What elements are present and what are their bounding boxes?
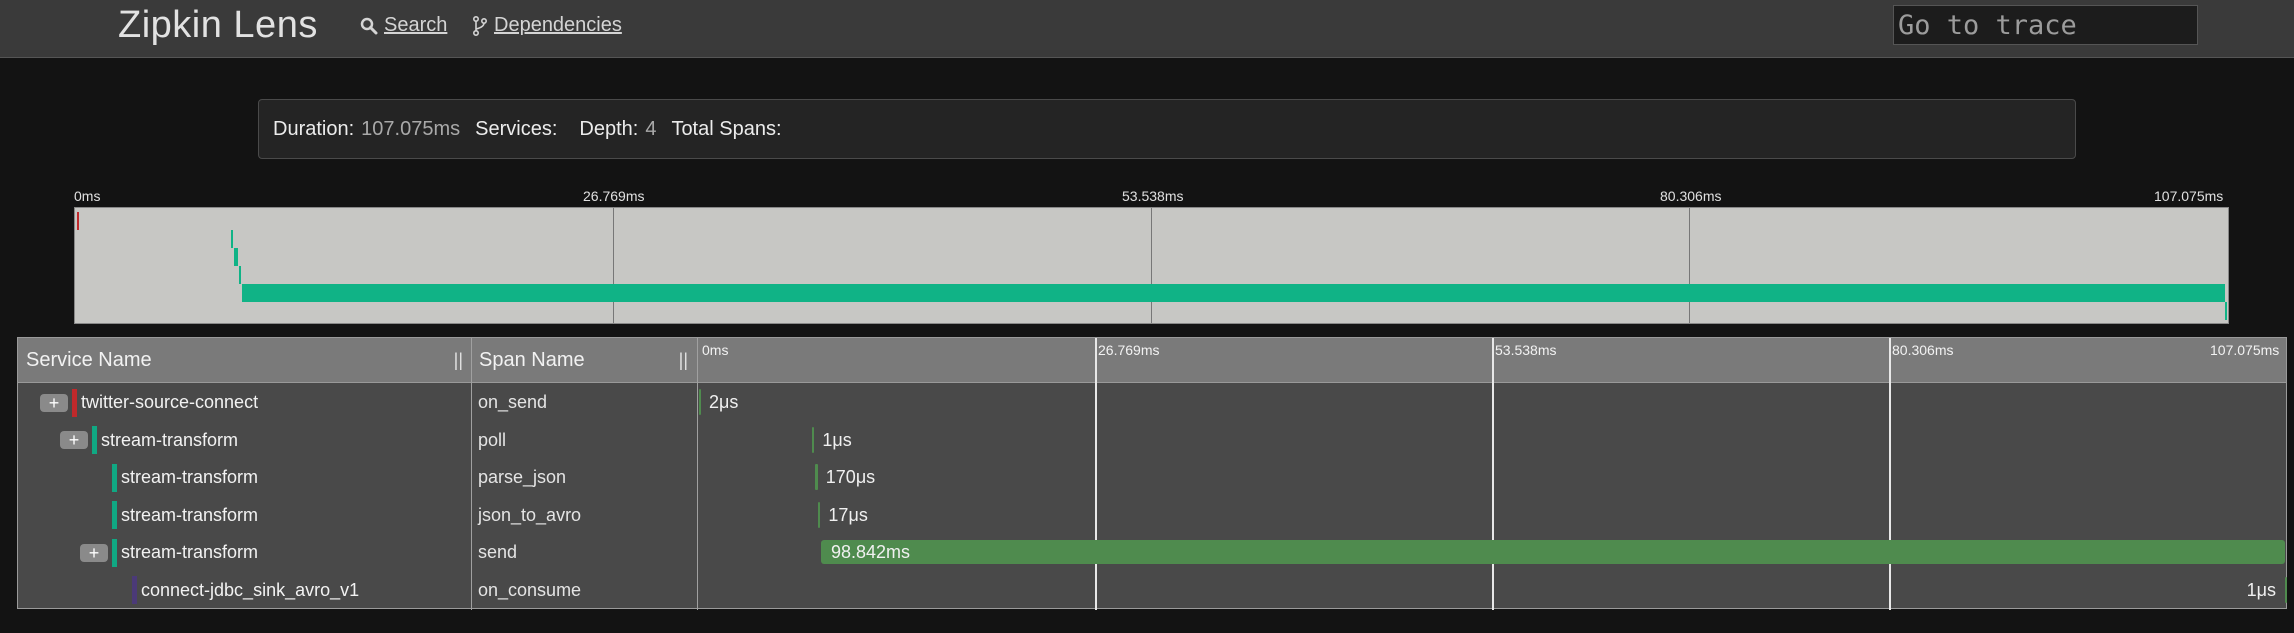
- span-duration-bar[interactable]: [699, 389, 701, 415]
- span-duration-bar[interactable]: [2284, 576, 2287, 603]
- code-branch-icon: [473, 15, 488, 36]
- nav-search-link[interactable]: Search: [360, 14, 447, 37]
- span-row[interactable]: stream-transform parse_json 170μs: [18, 459, 2286, 496]
- span-duration-bar[interactable]: [815, 464, 818, 490]
- minimap-span-bar: [77, 212, 79, 230]
- services-label: Services:: [475, 117, 558, 140]
- expand-span-button[interactable]: +: [60, 431, 88, 449]
- timeline-tick-1: 26.769ms: [1098, 342, 1160, 358]
- table-header: Service Name || Span Name || 0ms 26.769m…: [18, 338, 2286, 383]
- minimap-span-bar: [2224, 302, 2227, 320]
- span-service-cell: + twitter-source-connect: [40, 384, 258, 421]
- span-name: json_to_avro: [478, 504, 582, 525]
- nav-search-label: Search: [384, 14, 448, 36]
- timeline-tick-2: 53.538ms: [1495, 342, 1557, 358]
- timeline-tick-4: 107.075ms: [2210, 342, 2280, 358]
- span-row[interactable]: connect-jdbc_sink_avro_v1 on_consume 1μs: [18, 572, 2287, 609]
- trace-minimap[interactable]: [74, 207, 2229, 324]
- span-duration-label: 1μs: [822, 429, 852, 450]
- span-name: on_send: [478, 392, 548, 412]
- timeline-tick-0: 0ms: [702, 342, 729, 358]
- span-service-cell: + stream-transform: [60, 422, 238, 459]
- depth-label: Depth:: [579, 117, 639, 140]
- nav-dependencies-link[interactable]: Dependencies: [472, 14, 622, 37]
- minimap-tick-2: 53.538ms: [1122, 188, 1184, 204]
- minimap-span-bar: [234, 248, 238, 266]
- span-name: parse_json: [478, 467, 567, 487]
- minimap-gridline: [1689, 208, 1690, 323]
- service-color-marker: [112, 538, 117, 567]
- total-spans-label: Total Spans:: [671, 117, 782, 140]
- service-column-resize-handle[interactable]: ||: [454, 338, 463, 383]
- trace-summary-panel: Duration: 107.075ms Services: Depth: 4 T…: [258, 99, 2076, 159]
- expand-span-button[interactable]: +: [40, 393, 68, 412]
- span-row[interactable]: stream-transform json_to_avro 17μs: [18, 497, 2286, 534]
- service-name: twitter-source-connect: [81, 392, 259, 412]
- service-color-marker: [72, 388, 77, 417]
- service-name: stream-transform: [121, 504, 259, 525]
- search-icon: [360, 17, 378, 34]
- minimap-span-bar: [238, 266, 241, 284]
- span-duration-label: 2μs: [709, 392, 739, 412]
- expand-span-button[interactable]: +: [80, 543, 108, 562]
- span-name: on_consume: [478, 579, 582, 600]
- duration-value: 107.075ms: [361, 117, 461, 140]
- service-name: stream-transform: [121, 542, 259, 562]
- span-duration-label: 98.842ms: [830, 542, 911, 562]
- span-row[interactable]: + twitter-source-connect on_send 2μs: [18, 384, 2286, 421]
- minimap-tick-labels: 0ms 26.769ms 53.538ms 80.306ms 107.075ms: [74, 188, 2228, 208]
- trace-timeline-table: Service Name || Span Name || 0ms 26.769m…: [17, 337, 2287, 610]
- minimap-span-bar: [242, 284, 2225, 302]
- timeline-tick-3: 80.306ms: [1892, 342, 1954, 358]
- service-name: stream-transform: [121, 467, 259, 487]
- span-name: poll: [478, 429, 507, 450]
- minimap-tick-4: 107.075ms: [2154, 188, 2224, 204]
- goto-trace-input[interactable]: [1893, 5, 2198, 45]
- span-name-header: Span Name ||: [471, 338, 696, 383]
- span-duration-bar[interactable]: [820, 540, 2285, 564]
- service-name: connect-jdbc_sink_avro_v1: [141, 579, 360, 600]
- service-name: stream-transform: [101, 429, 239, 450]
- span-name-header-label: Span Name: [479, 349, 585, 371]
- span-row[interactable]: + stream-transform poll 1μs: [18, 422, 2286, 459]
- span-service-cell: stream-transform: [112, 459, 258, 496]
- service-name-header: Service Name ||: [18, 338, 471, 383]
- span-service-cell: stream-transform: [112, 497, 258, 534]
- service-color-marker: [132, 576, 137, 604]
- nav-dependencies-label: Dependencies: [494, 14, 622, 36]
- span-duration-bar[interactable]: [818, 501, 821, 528]
- service-color-marker: [92, 426, 97, 454]
- span-duration-label: 1μs: [2246, 579, 2276, 600]
- span-service-cell: connect-jdbc_sink_avro_v1: [132, 572, 359, 609]
- service-color-marker: [112, 463, 117, 492]
- span-duration-label: 17μs: [828, 504, 868, 525]
- span-duration-bar[interactable]: [812, 426, 815, 453]
- duration-label: Duration:: [273, 117, 355, 140]
- top-navbar: Zipkin Lens Search Dependencies: [0, 0, 2294, 58]
- span-row[interactable]: + stream-transform send 98.842ms: [18, 534, 2286, 571]
- minimap-tick-0: 0ms: [74, 188, 101, 204]
- minimap-tick-1: 26.769ms: [583, 188, 645, 204]
- minimap-gridline: [613, 208, 614, 323]
- span-column-resize-handle[interactable]: ||: [679, 338, 688, 383]
- service-name-header-label: Service Name: [26, 349, 152, 371]
- span-duration-label: 170μs: [825, 467, 876, 487]
- minimap-gridline: [1151, 208, 1152, 323]
- service-color-marker: [112, 501, 117, 529]
- minimap-tick-3: 80.306ms: [1660, 188, 1722, 204]
- brand-title[interactable]: Zipkin Lens: [118, 4, 318, 47]
- minimap-span-bar: [230, 230, 233, 248]
- span-name: send: [478, 542, 518, 562]
- depth-value: 4: [645, 117, 657, 140]
- span-service-cell: + stream-transform: [80, 534, 258, 571]
